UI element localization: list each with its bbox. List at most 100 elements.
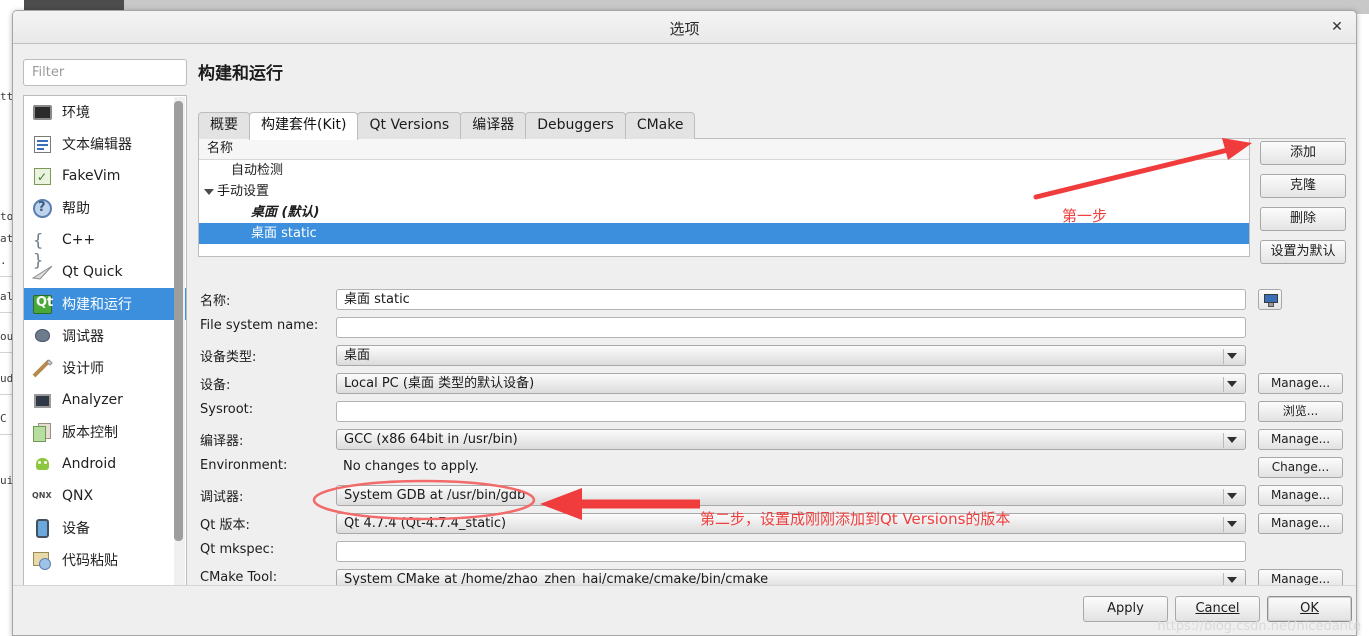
sidebar-scrollbar-thumb[interactable]: [174, 101, 183, 541]
form-value: System GDB at /usr/bin/gdb: [344, 488, 526, 503]
kit-action-button-2[interactable]: 删除: [1260, 207, 1346, 231]
sidebar-item-label: FakeVim: [62, 168, 121, 184]
code-paste-icon: [32, 550, 53, 571]
main-panel: 构建和运行 概要 构建套件(Kit) Qt Versions 编译器 Debuggers…: [198, 59, 1346, 590]
form-side-button-label: Manage...: [1270, 516, 1331, 530]
kit-list[interactable]: 名称 自动检测 手动设置 桌面 (默认) 桌面 static: [198, 139, 1250, 257]
apply-button[interactable]: Apply: [1083, 596, 1168, 622]
kit-row-3[interactable]: 桌面 static: [199, 223, 1249, 244]
sidebar-item-label: Qt Quick: [62, 264, 123, 280]
kit-action-label: 克隆: [1289, 178, 1316, 193]
sidebar-item-11[interactable]: Android: [24, 448, 186, 480]
kit-row-2[interactable]: 桌面 (默认): [199, 202, 1249, 223]
sidebar-list[interactable]: 环境文本编辑器 ✓ FakeVim? 帮助 { } C++ Qt Quick Qt 构建和运行调…: [23, 95, 187, 587]
qtquick-icon: [31, 262, 53, 283]
sidebar-item-12[interactable]: QNX QNX: [24, 480, 186, 512]
kit-action-button-1[interactable]: 克隆: [1260, 174, 1346, 198]
braces-icon: { }: [33, 230, 44, 271]
kit-action-label: 设置为默认: [1270, 244, 1336, 259]
sidebar-item-6[interactable]: Qt 构建和运行: [24, 288, 186, 320]
sidebar-item-label: 文本编辑器: [62, 137, 132, 153]
kit-action-button-3[interactable]: 设置为默认: [1260, 240, 1346, 264]
form-input-4[interactable]: [336, 401, 1246, 422]
monitor-icon-button[interactable]: [1258, 289, 1282, 310]
page-title: 构建和运行: [198, 64, 283, 84]
sidebar-item-8[interactable]: 设计师: [24, 352, 186, 384]
sidebar-item-14[interactable]: 代码粘贴: [24, 544, 186, 576]
sidebar-item-7[interactable]: 调试器: [24, 320, 186, 352]
tab-1[interactable]: 构建套件(Kit): [249, 112, 359, 140]
form-side-button-5[interactable]: Manage...: [1258, 429, 1343, 450]
chevron-down-icon[interactable]: [1227, 381, 1237, 387]
form-row-4: Sysroot: 浏览...: [198, 401, 1346, 422]
form-label: Environment:: [200, 458, 288, 473]
designer-icon: [32, 358, 53, 379]
chevron-down-icon[interactable]: [1227, 437, 1237, 443]
form-side-button-3[interactable]: Manage...: [1258, 373, 1343, 394]
sidebar-item-13[interactable]: 设备: [24, 512, 186, 544]
form-input-9[interactable]: [336, 541, 1246, 562]
kit-row-label: 桌面 (默认): [251, 205, 320, 220]
combo-separator: [1223, 517, 1224, 532]
sidebar-item-label: 调试器: [62, 329, 104, 345]
analyzer-icon: [32, 390, 53, 411]
kit-row-1[interactable]: 手动设置: [199, 181, 1249, 202]
chevron-down-icon[interactable]: [1227, 353, 1237, 359]
form-combo-7[interactable]: System GDB at /usr/bin/gdb: [336, 485, 1246, 506]
sidebar-item-10[interactable]: 版本控制: [24, 416, 186, 448]
form-label: 调试器:: [200, 490, 244, 505]
combo-separator: [1223, 433, 1224, 448]
close-icon[interactable]: ✕: [1326, 17, 1348, 37]
kit-detail-form: 名称: 桌面 static File system name: 设备类型: 桌面 设备: L…: [198, 289, 1346, 597]
kit-row-0[interactable]: 自动检测: [199, 160, 1249, 181]
form-side-button-label: Manage...: [1270, 488, 1331, 502]
form-label: CMake Tool:: [200, 570, 278, 585]
form-side-button-8[interactable]: Manage...: [1258, 513, 1343, 534]
chevron-down-icon[interactable]: [1227, 521, 1237, 527]
version-control-icon: [32, 422, 53, 443]
monitor-icon: [32, 102, 53, 123]
tab-5[interactable]: CMake: [624, 112, 696, 139]
sidebar-item-2[interactable]: ✓ FakeVim: [24, 160, 186, 192]
form-combo-2[interactable]: 桌面: [336, 345, 1246, 366]
tab-3[interactable]: 编译器: [460, 112, 527, 139]
form-side-button-7[interactable]: Manage...: [1258, 485, 1343, 506]
form-value: 桌面 static: [344, 292, 410, 307]
tab-4[interactable]: Debuggers: [525, 112, 626, 139]
sidebar-item-4[interactable]: { } C++: [24, 224, 186, 271]
form-combo-3[interactable]: Local PC (桌面 类型的默认设备): [336, 373, 1246, 394]
form-combo-8[interactable]: Qt 4.7.4 (Qt-4.7.4_static): [336, 513, 1246, 534]
tab-0[interactable]: 概要: [198, 112, 250, 139]
form-combo-5[interactable]: GCC (x86 64bit in /usr/bin): [336, 429, 1246, 450]
form-row-2: 设备类型: 桌面: [198, 345, 1346, 366]
kit-action-button-0[interactable]: 添加: [1260, 141, 1346, 165]
tab-2[interactable]: Qt Versions: [357, 112, 462, 139]
form-input-1[interactable]: [336, 317, 1246, 338]
dialog-footer: Apply Cancel OK: [13, 585, 1356, 635]
chevron-down-icon[interactable]: [1227, 493, 1237, 499]
text-editor-icon: [32, 134, 53, 155]
expander-triangle-icon[interactable]: [204, 189, 214, 195]
kit-action-label: 删除: [1289, 211, 1316, 226]
sidebar-item-9[interactable]: Analyzer: [24, 384, 186, 416]
sidebar-item-3[interactable]: ? 帮助: [24, 192, 186, 224]
form-label: 名称:: [200, 294, 231, 309]
apply-label: Apply: [1107, 601, 1144, 616]
sidebar-scrollbar[interactable]: [174, 97, 185, 586]
sidebar-item-label: 设备: [62, 521, 90, 537]
tab-label: 构建套件(Kit): [261, 117, 347, 133]
form-value: GCC (x86 64bit in /usr/bin): [344, 432, 518, 447]
form-value: No changes to apply.: [343, 459, 479, 474]
sidebar-item-5[interactable]: Qt Quick: [24, 256, 186, 288]
form-input-0[interactable]: 桌面 static: [336, 289, 1246, 310]
form-side-button-6[interactable]: Change...: [1258, 457, 1343, 478]
form-row-3: 设备: Local PC (桌面 类型的默认设备) Manage...: [198, 373, 1346, 394]
form-side-button-4[interactable]: 浏览...: [1258, 401, 1343, 422]
options-dialog: 选项 ✕ 环境文本编辑器 ✓ FakeVim? 帮助 { } C++ Qt Quick Qt 构…: [12, 10, 1357, 636]
chevron-down-icon[interactable]: [1227, 577, 1237, 583]
kit-actions: 添加克隆删除设置为默认: [1260, 141, 1346, 273]
sidebar-item-0[interactable]: 环境: [24, 96, 186, 128]
filter-input[interactable]: [23, 59, 187, 86]
form-label: Sysroot:: [200, 402, 254, 417]
sidebar-item-1[interactable]: 文本编辑器: [24, 128, 186, 160]
